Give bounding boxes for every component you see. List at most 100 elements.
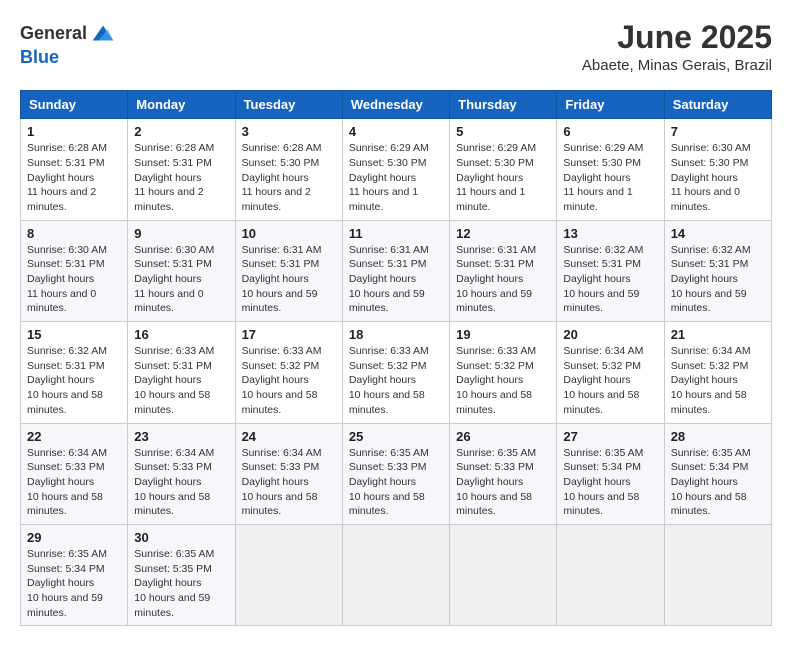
day-header-saturday: Saturday bbox=[664, 91, 771, 119]
daylight-value: 11 hours and 0 minutes. bbox=[27, 288, 96, 315]
day-header-tuesday: Tuesday bbox=[235, 91, 342, 119]
day-info: Sunrise: 6:33 AM Sunset: 5:32 PM Dayligh… bbox=[456, 344, 550, 417]
day-number: 30 bbox=[134, 530, 228, 545]
sunrise-label: Sunrise: 6:33 AM bbox=[349, 345, 429, 357]
sunrise-label: Sunrise: 6:34 AM bbox=[134, 447, 214, 459]
sunset-label: Sunset: 5:33 PM bbox=[134, 461, 212, 473]
calendar-cell: 17 Sunrise: 6:33 AM Sunset: 5:32 PM Dayl… bbox=[235, 322, 342, 423]
daylight-value: 10 hours and 59 minutes. bbox=[27, 592, 103, 619]
sunset-label: Sunset: 5:33 PM bbox=[27, 461, 105, 473]
daylight-label: Daylight hours bbox=[456, 273, 523, 285]
daylight-value: 11 hours and 0 minutes. bbox=[671, 186, 740, 213]
daylight-label: Daylight hours bbox=[456, 476, 523, 488]
calendar-cell: 19 Sunrise: 6:33 AM Sunset: 5:32 PM Dayl… bbox=[450, 322, 557, 423]
day-number: 7 bbox=[671, 124, 765, 139]
daylight-value: 11 hours and 0 minutes. bbox=[134, 288, 203, 315]
day-number: 10 bbox=[242, 226, 336, 241]
day-number: 6 bbox=[563, 124, 657, 139]
calendar-cell: 12 Sunrise: 6:31 AM Sunset: 5:31 PM Dayl… bbox=[450, 220, 557, 321]
sunrise-label: Sunrise: 6:34 AM bbox=[563, 345, 643, 357]
sunset-label: Sunset: 5:31 PM bbox=[242, 258, 320, 270]
calendar-cell: 8 Sunrise: 6:30 AM Sunset: 5:31 PM Dayli… bbox=[21, 220, 128, 321]
calendar-cell: 10 Sunrise: 6:31 AM Sunset: 5:31 PM Dayl… bbox=[235, 220, 342, 321]
sunset-label: Sunset: 5:34 PM bbox=[563, 461, 641, 473]
day-info: Sunrise: 6:28 AM Sunset: 5:31 PM Dayligh… bbox=[27, 141, 121, 214]
logo: General Blue bbox=[20, 20, 117, 68]
day-info: Sunrise: 6:29 AM Sunset: 5:30 PM Dayligh… bbox=[563, 141, 657, 214]
daylight-value: 10 hours and 59 minutes. bbox=[563, 288, 639, 315]
calendar-week-row: 29 Sunrise: 6:35 AM Sunset: 5:34 PM Dayl… bbox=[21, 524, 772, 625]
daylight-label: Daylight hours bbox=[563, 273, 630, 285]
sunset-label: Sunset: 5:31 PM bbox=[456, 258, 534, 270]
sunrise-label: Sunrise: 6:33 AM bbox=[134, 345, 214, 357]
daylight-label: Daylight hours bbox=[671, 374, 738, 386]
sunset-label: Sunset: 5:32 PM bbox=[349, 360, 427, 372]
sunrise-label: Sunrise: 6:30 AM bbox=[134, 244, 214, 256]
calendar-cell: 27 Sunrise: 6:35 AM Sunset: 5:34 PM Dayl… bbox=[557, 423, 664, 524]
sunrise-label: Sunrise: 6:34 AM bbox=[27, 447, 107, 459]
day-number: 3 bbox=[242, 124, 336, 139]
daylight-value: 10 hours and 58 minutes. bbox=[27, 389, 103, 416]
day-header-monday: Monday bbox=[128, 91, 235, 119]
daylight-value: 10 hours and 59 minutes. bbox=[134, 592, 210, 619]
day-info: Sunrise: 6:28 AM Sunset: 5:30 PM Dayligh… bbox=[242, 141, 336, 214]
sunrise-label: Sunrise: 6:34 AM bbox=[671, 345, 751, 357]
day-number: 29 bbox=[27, 530, 121, 545]
sunrise-label: Sunrise: 6:29 AM bbox=[563, 142, 643, 154]
sunset-label: Sunset: 5:34 PM bbox=[27, 563, 105, 575]
day-info: Sunrise: 6:28 AM Sunset: 5:31 PM Dayligh… bbox=[134, 141, 228, 214]
day-info: Sunrise: 6:34 AM Sunset: 5:33 PM Dayligh… bbox=[242, 446, 336, 519]
calendar-cell: 22 Sunrise: 6:34 AM Sunset: 5:33 PM Dayl… bbox=[21, 423, 128, 524]
calendar-cell: 13 Sunrise: 6:32 AM Sunset: 5:31 PM Dayl… bbox=[557, 220, 664, 321]
day-number: 15 bbox=[27, 327, 121, 342]
calendar-cell: 26 Sunrise: 6:35 AM Sunset: 5:33 PM Dayl… bbox=[450, 423, 557, 524]
calendar-cell bbox=[235, 524, 342, 625]
day-number: 12 bbox=[456, 226, 550, 241]
day-info: Sunrise: 6:33 AM Sunset: 5:31 PM Dayligh… bbox=[134, 344, 228, 417]
day-number: 2 bbox=[134, 124, 228, 139]
sunrise-label: Sunrise: 6:35 AM bbox=[671, 447, 751, 459]
sunrise-label: Sunrise: 6:29 AM bbox=[349, 142, 429, 154]
calendar-week-row: 1 Sunrise: 6:28 AM Sunset: 5:31 PM Dayli… bbox=[21, 119, 772, 220]
daylight-label: Daylight hours bbox=[242, 273, 309, 285]
daylight-label: Daylight hours bbox=[349, 273, 416, 285]
sunset-label: Sunset: 5:31 PM bbox=[563, 258, 641, 270]
sunrise-label: Sunrise: 6:30 AM bbox=[671, 142, 751, 154]
day-number: 16 bbox=[134, 327, 228, 342]
daylight-value: 10 hours and 58 minutes. bbox=[134, 389, 210, 416]
daylight-value: 10 hours and 58 minutes. bbox=[349, 389, 425, 416]
day-number: 22 bbox=[27, 429, 121, 444]
sunset-label: Sunset: 5:31 PM bbox=[27, 360, 105, 372]
sunrise-label: Sunrise: 6:28 AM bbox=[242, 142, 322, 154]
day-header-wednesday: Wednesday bbox=[342, 91, 449, 119]
calendar-cell: 29 Sunrise: 6:35 AM Sunset: 5:34 PM Dayl… bbox=[21, 524, 128, 625]
sunrise-label: Sunrise: 6:35 AM bbox=[349, 447, 429, 459]
calendar-cell: 28 Sunrise: 6:35 AM Sunset: 5:34 PM Dayl… bbox=[664, 423, 771, 524]
day-header-friday: Friday bbox=[557, 91, 664, 119]
day-info: Sunrise: 6:35 AM Sunset: 5:34 PM Dayligh… bbox=[27, 547, 121, 620]
calendar-cell: 9 Sunrise: 6:30 AM Sunset: 5:31 PM Dayli… bbox=[128, 220, 235, 321]
sunrise-label: Sunrise: 6:31 AM bbox=[456, 244, 536, 256]
sunrise-label: Sunrise: 6:35 AM bbox=[563, 447, 643, 459]
daylight-value: 11 hours and 2 minutes. bbox=[242, 186, 311, 213]
sunset-label: Sunset: 5:30 PM bbox=[242, 157, 320, 169]
daylight-value: 11 hours and 1 minute. bbox=[456, 186, 525, 213]
daylight-label: Daylight hours bbox=[134, 374, 201, 386]
calendar-cell: 21 Sunrise: 6:34 AM Sunset: 5:32 PM Dayl… bbox=[664, 322, 771, 423]
day-info: Sunrise: 6:30 AM Sunset: 5:30 PM Dayligh… bbox=[671, 141, 765, 214]
daylight-label: Daylight hours bbox=[27, 374, 94, 386]
daylight-label: Daylight hours bbox=[242, 374, 309, 386]
sunset-label: Sunset: 5:32 PM bbox=[671, 360, 749, 372]
sunset-label: Sunset: 5:35 PM bbox=[134, 563, 212, 575]
sunset-label: Sunset: 5:30 PM bbox=[671, 157, 749, 169]
daylight-label: Daylight hours bbox=[456, 374, 523, 386]
day-number: 26 bbox=[456, 429, 550, 444]
daylight-label: Daylight hours bbox=[27, 476, 94, 488]
daylight-value: 10 hours and 58 minutes. bbox=[671, 389, 747, 416]
day-number: 25 bbox=[349, 429, 443, 444]
day-number: 4 bbox=[349, 124, 443, 139]
daylight-label: Daylight hours bbox=[27, 172, 94, 184]
sunset-label: Sunset: 5:34 PM bbox=[671, 461, 749, 473]
day-info: Sunrise: 6:31 AM Sunset: 5:31 PM Dayligh… bbox=[242, 243, 336, 316]
sunset-label: Sunset: 5:31 PM bbox=[134, 360, 212, 372]
